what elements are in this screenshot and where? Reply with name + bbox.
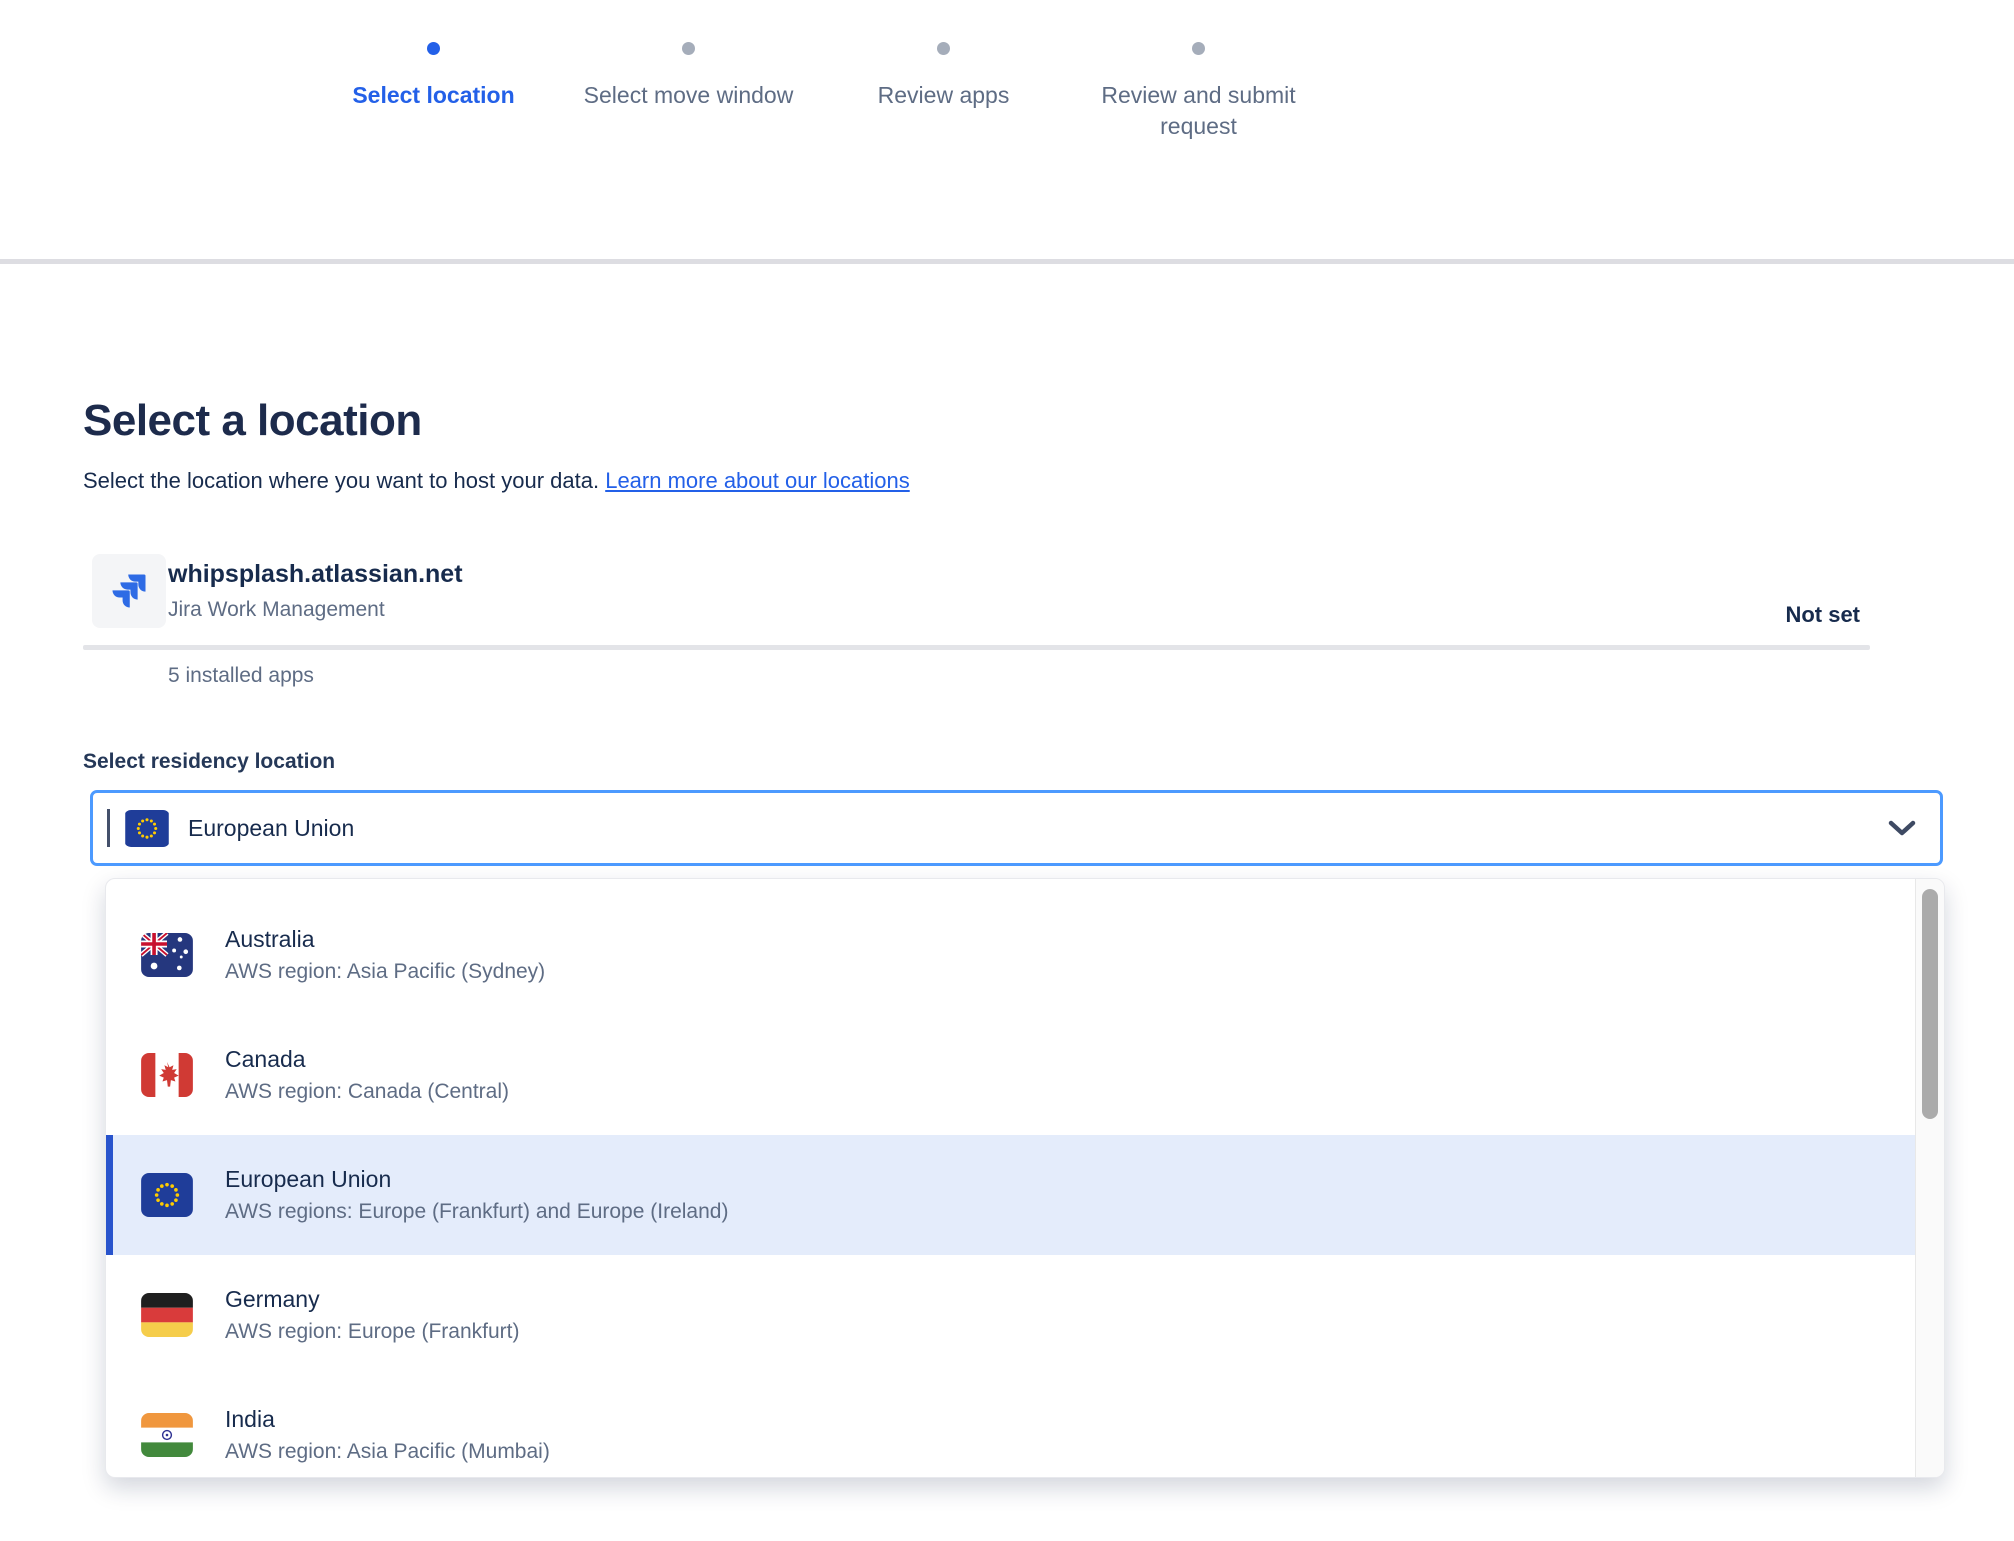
options-list: Australia AWS region: Asia Pacific (Sydn… bbox=[106, 879, 1915, 1478]
header-divider bbox=[0, 259, 2014, 264]
option-title: India bbox=[225, 1406, 550, 1433]
step-label: Select location bbox=[352, 80, 514, 111]
step-dot-icon bbox=[937, 42, 950, 55]
step-review-submit[interactable]: Review and submit request bbox=[1071, 42, 1326, 142]
option-title: European Union bbox=[225, 1166, 728, 1193]
option-region: AWS region: Canada (Central) bbox=[225, 1080, 509, 1104]
dropdown-scrollbar-thumb[interactable] bbox=[1922, 889, 1938, 1119]
option-title: Germany bbox=[225, 1286, 520, 1313]
residency-options-dropdown: Australia AWS region: Asia Pacific (Sydn… bbox=[105, 878, 1945, 1478]
option-region: AWS region: Asia Pacific (Sydney) bbox=[225, 960, 545, 984]
step-select-move-window[interactable]: Select move window bbox=[561, 42, 816, 142]
site-product: Jira Work Management bbox=[168, 598, 385, 622]
residency-selected-value: European Union bbox=[188, 815, 354, 842]
text-cursor bbox=[107, 809, 110, 847]
canada-flag-icon bbox=[141, 1053, 193, 1097]
option-region: AWS region: Europe (Frankfurt) bbox=[225, 1320, 520, 1344]
option-germany[interactable]: Germany AWS region: Europe (Frankfurt) bbox=[106, 1255, 1915, 1375]
subtitle-text: Select the location where you want to ho… bbox=[83, 468, 605, 493]
progress-stepper: Select location Select move window Revie… bbox=[306, 42, 1326, 142]
option-title: Australia bbox=[225, 926, 545, 953]
step-review-apps[interactable]: Review apps bbox=[816, 42, 1071, 142]
step-dot-icon bbox=[682, 42, 695, 55]
option-india[interactable]: India AWS region: Asia Pacific (Mumbai) bbox=[106, 1375, 1915, 1478]
site-name: whipsplash.atlassian.net bbox=[168, 560, 463, 589]
option-european-union[interactable]: European Union AWS regions: Europe (Fran… bbox=[106, 1135, 1915, 1255]
india-flag-icon bbox=[141, 1413, 193, 1457]
european-union-flag-icon bbox=[141, 1173, 193, 1217]
step-label: Select move window bbox=[584, 80, 794, 111]
step-dot-active-icon bbox=[427, 42, 440, 55]
dropdown-scrollbar-track[interactable] bbox=[1915, 879, 1944, 1477]
page-title: Select a location bbox=[83, 396, 422, 446]
australia-flag-icon bbox=[141, 933, 193, 977]
page-subtitle: Select the location where you want to ho… bbox=[83, 468, 910, 494]
option-australia[interactable]: Australia AWS region: Asia Pacific (Sydn… bbox=[106, 895, 1915, 1015]
step-label: Review apps bbox=[878, 80, 1010, 111]
site-row-divider bbox=[83, 645, 1870, 650]
step-select-location[interactable]: Select location bbox=[306, 42, 561, 142]
residency-status-value: Not set bbox=[1785, 602, 1860, 628]
option-region: AWS region: Asia Pacific (Mumbai) bbox=[225, 1440, 550, 1464]
step-dot-icon bbox=[1192, 42, 1205, 55]
learn-more-link[interactable]: Learn more about our locations bbox=[605, 468, 910, 493]
data-residency-page: Select location Select move window Revie… bbox=[0, 0, 2014, 1541]
residency-location-combobox[interactable]: European Union bbox=[90, 790, 1943, 866]
installed-apps-count: 5 installed apps bbox=[168, 664, 314, 688]
germany-flag-icon bbox=[141, 1293, 193, 1337]
step-label: Review and submit request bbox=[1091, 80, 1306, 142]
residency-select-label: Select residency location bbox=[83, 750, 335, 774]
option-title: Canada bbox=[225, 1046, 509, 1073]
chevron-down-icon bbox=[1888, 793, 1916, 863]
european-union-flag-icon bbox=[124, 810, 170, 847]
jira-product-tile bbox=[92, 554, 166, 628]
option-region: AWS regions: Europe (Frankfurt) and Euro… bbox=[225, 1200, 728, 1224]
jira-logo-icon bbox=[107, 569, 151, 613]
option-canada[interactable]: Canada AWS region: Canada (Central) bbox=[106, 1015, 1915, 1135]
